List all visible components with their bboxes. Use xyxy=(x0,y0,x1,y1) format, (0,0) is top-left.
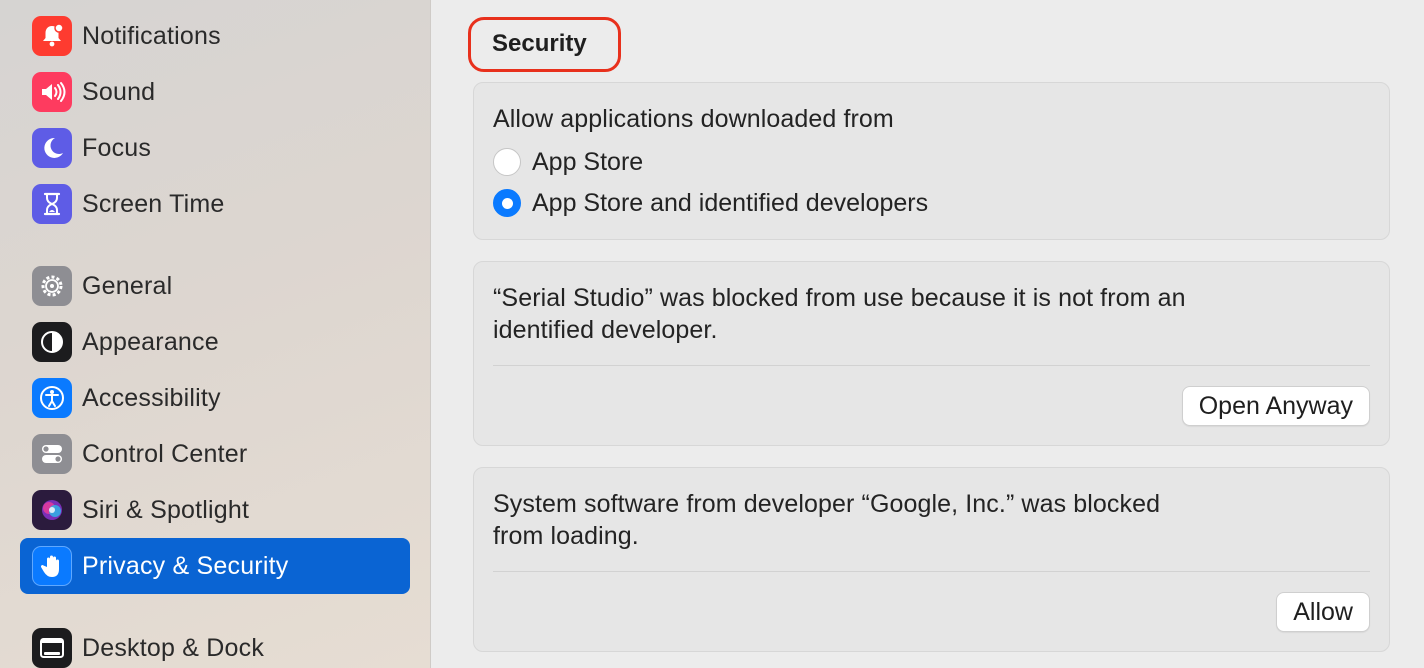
sidebar-item-control-center[interactable]: Control Center xyxy=(20,426,410,482)
sidebar-item-label: Screen Time xyxy=(82,190,225,218)
divider xyxy=(493,571,1370,572)
radio-label: App Store and identified developers xyxy=(532,188,929,217)
blocked-app-card: “Serial Studio” was blocked from use bec… xyxy=(473,261,1390,446)
section-title: Security xyxy=(492,30,587,57)
sidebar-item-label: Sound xyxy=(82,78,156,106)
sidebar-item-appearance[interactable]: Appearance xyxy=(20,314,410,370)
sidebar-item-label: Focus xyxy=(82,134,152,162)
sidebar-item-siri-spotlight[interactable]: Siri & Spotlight xyxy=(20,482,410,538)
sidebar-item-label: General xyxy=(82,272,173,300)
blocked-app-message-line2: identified developer. xyxy=(493,316,718,344)
sidebar-item-label: Appearance xyxy=(82,328,219,356)
allow-button[interactable]: Allow xyxy=(1276,592,1370,632)
sidebar-item-label: Accessibility xyxy=(82,384,221,412)
sidebar-item-screen-time[interactable]: Screen Time xyxy=(20,176,410,232)
sidebar-item-notifications[interactable]: Notifications xyxy=(20,8,410,64)
sidebar-item-label: Desktop & Dock xyxy=(82,634,265,662)
toggles-icon xyxy=(32,434,72,474)
sidebar-item-general[interactable]: General xyxy=(20,258,410,314)
moon-icon xyxy=(32,128,72,168)
radio-option-identified-developers[interactable]: App Store and identified developers xyxy=(493,188,928,218)
radio-option-app-store[interactable]: App Store xyxy=(493,147,643,177)
appearance-icon xyxy=(32,322,72,362)
accessibility-icon xyxy=(32,378,72,418)
downloads-card: Allow applications downloaded from App S… xyxy=(473,82,1390,240)
blocked-software-card: System software from developer “Google, … xyxy=(473,467,1390,652)
sidebar-item-label: Control Center xyxy=(82,440,248,468)
radio-button-selected[interactable] xyxy=(493,189,521,217)
main-content: Security Allow applications downloaded f… xyxy=(432,0,1424,668)
radio-label: App Store xyxy=(532,147,644,176)
sidebar-item-focus[interactable]: Focus xyxy=(20,120,410,176)
sidebar-item-label: Siri & Spotlight xyxy=(82,496,250,524)
hand-icon xyxy=(32,546,72,586)
sidebar-item-label: Notifications xyxy=(82,22,221,50)
radio-button[interactable] xyxy=(493,148,521,176)
hourglass-icon xyxy=(32,184,72,224)
sidebar-item-privacy-security[interactable]: Privacy & Security xyxy=(20,538,410,594)
sidebar: Notifications Sound Focus Screen Time Ge… xyxy=(0,0,431,668)
siri-icon xyxy=(32,490,72,530)
blocked-software-message-line1: System software from developer “Google, … xyxy=(493,490,1161,518)
divider xyxy=(493,365,1370,366)
blocked-app-message-line1: “Serial Studio” was blocked from use bec… xyxy=(493,284,1186,312)
dock-icon xyxy=(32,628,72,668)
gear-icon xyxy=(32,266,72,306)
sidebar-item-accessibility[interactable]: Accessibility xyxy=(20,370,410,426)
sidebar-item-sound[interactable]: Sound xyxy=(20,64,410,120)
downloads-heading: Allow applications downloaded from xyxy=(493,105,894,133)
blocked-software-message-line2: from loading. xyxy=(493,522,639,550)
speaker-icon xyxy=(32,72,72,112)
sidebar-item-label: Privacy & Security xyxy=(82,552,289,580)
bell-icon xyxy=(32,16,72,56)
sidebar-item-desktop-dock[interactable]: Desktop & Dock xyxy=(20,620,410,668)
open-anyway-button[interactable]: Open Anyway xyxy=(1181,386,1370,426)
